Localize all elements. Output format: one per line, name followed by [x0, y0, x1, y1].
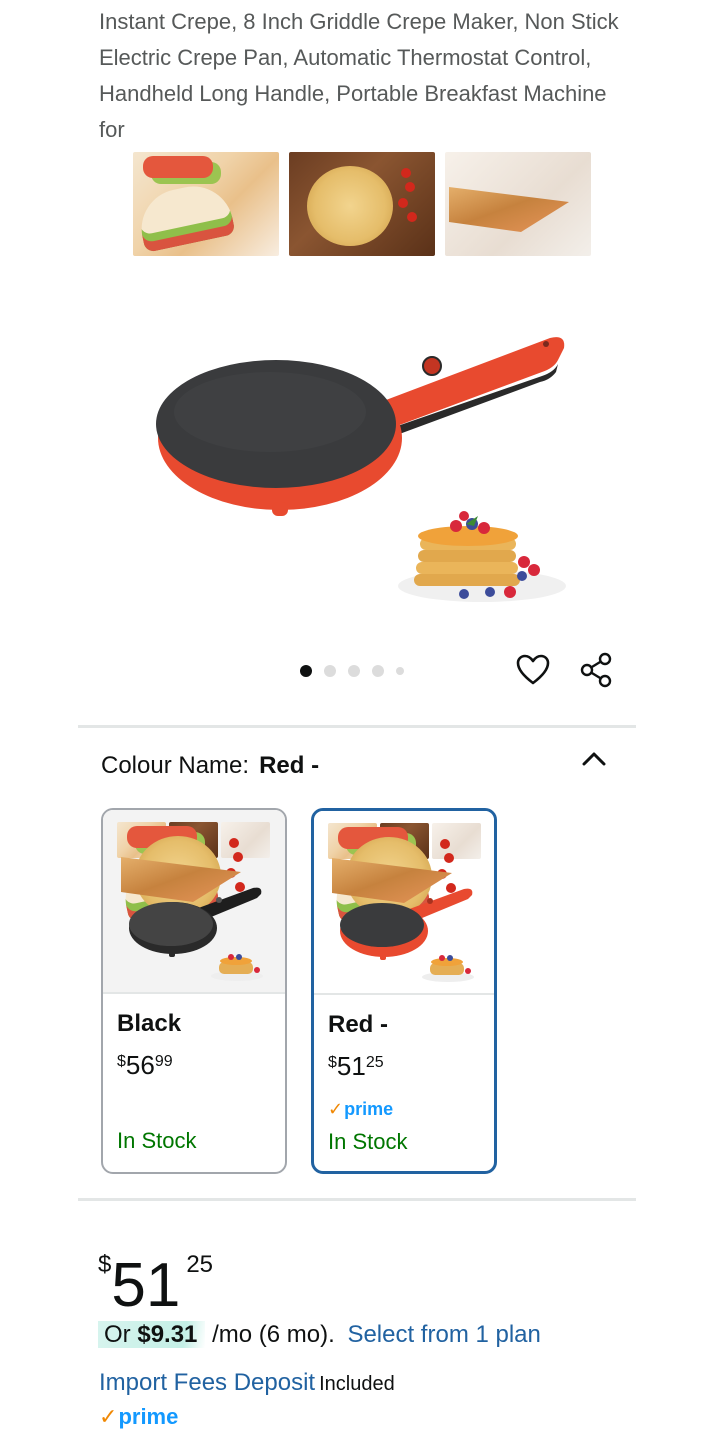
mini-thumbnail: [221, 822, 270, 858]
select-plan-link[interactable]: Select from 1 plan: [347, 1321, 540, 1348]
installment-highlight: Or $9.31: [98, 1321, 206, 1348]
share-button[interactable]: [578, 652, 614, 688]
crepe-thumbnail-image: [289, 152, 435, 256]
heart-icon: [516, 654, 550, 685]
colour-option-name: Black: [117, 1010, 182, 1037]
import-fees-link[interactable]: Import Fees Deposit: [99, 1369, 315, 1396]
chevron-up-icon[interactable]: [580, 746, 608, 770]
red-crepe-maker-image: [340, 888, 474, 982]
mini-thumbnail-strip: [117, 822, 270, 858]
stock-status: In Stock: [328, 1129, 408, 1154]
section-divider: [78, 725, 636, 728]
product-thumbnail-strip: [133, 152, 591, 256]
colour-name-row: Colour Name: Red -: [101, 750, 319, 782]
colour-option-red[interactable]: Red - $5125 ✓prime In Stock: [311, 808, 497, 1174]
share-icon: [580, 652, 612, 688]
carousel-dot-3[interactable]: [348, 665, 360, 677]
import-fees-row: Import Fees Deposit Included: [99, 1366, 395, 1401]
import-fees-status: Included: [319, 1373, 395, 1395]
mini-thumbnail-strip: [328, 823, 481, 859]
carousel-dot-4[interactable]: [372, 665, 384, 677]
mini-thumbnail: [432, 823, 481, 859]
image-carousel-dots[interactable]: [300, 665, 404, 677]
colour-name-label: Colour Name:: [101, 752, 250, 779]
prime-check-icon: ✓: [328, 1099, 344, 1119]
carousel-dot-5[interactable]: [396, 667, 404, 675]
black-crepe-maker-image: [129, 887, 263, 981]
prime-badge: ✓prime: [328, 1099, 394, 1119]
product-main-image[interactable]: [150, 320, 580, 610]
selected-colour-value: Red -: [259, 752, 320, 779]
carousel-dot-1[interactable]: [300, 665, 312, 677]
sandwich-thumbnail-image: [445, 152, 591, 256]
section-divider: [78, 1198, 636, 1201]
prime-check-icon: ✓: [99, 1404, 118, 1429]
colour-option-image: [314, 811, 494, 995]
installment-offer: Or $9.31 /mo (6 mo). Select from 1 plan: [98, 1318, 541, 1352]
wishlist-heart-button[interactable]: [515, 652, 551, 688]
colour-option-image: [103, 810, 285, 994]
main-price: $51 25: [98, 1251, 214, 1320]
prime-badge: ✓prime: [99, 1404, 179, 1429]
stock-status: In Stock: [117, 1128, 197, 1153]
installment-term: /mo (6 mo).: [212, 1321, 335, 1348]
carousel-dot-2[interactable]: [324, 665, 336, 677]
colour-option-price: $5699: [117, 1050, 173, 1080]
wraps-thumbnail-image: [133, 152, 279, 256]
colour-option-price: $5125: [328, 1051, 384, 1081]
product-title: Instant Crepe, 8 Inch Griddle Crepe Make…: [99, 9, 619, 142]
colour-option-black[interactable]: Black $5699 In Stock: [101, 808, 287, 1174]
colour-option-name: Red -: [328, 1011, 388, 1038]
